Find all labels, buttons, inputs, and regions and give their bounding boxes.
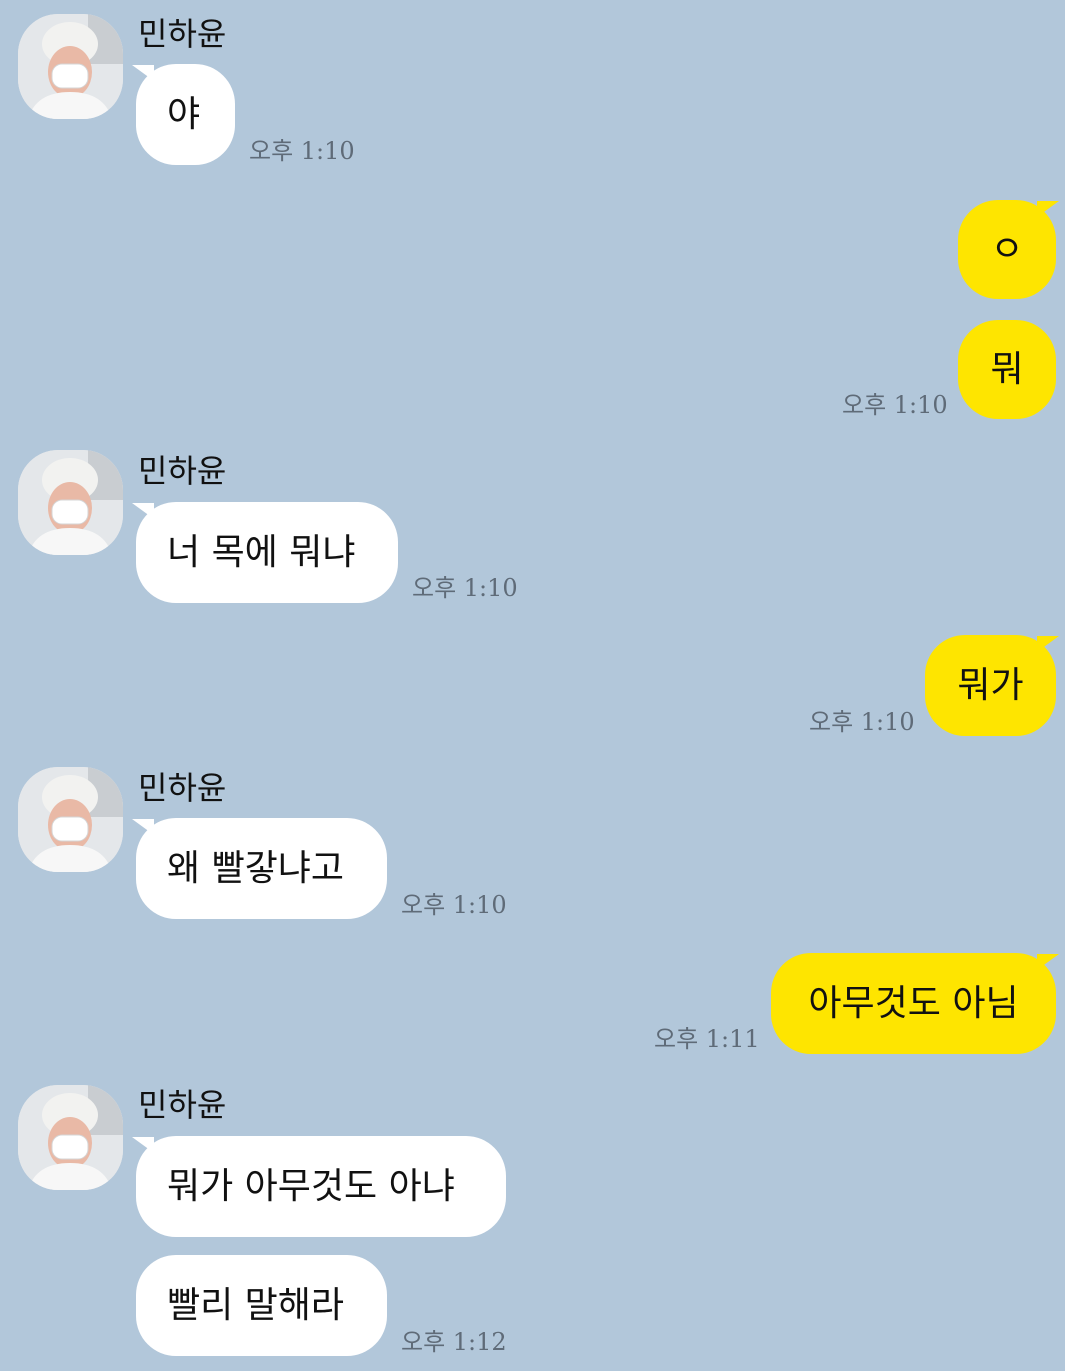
contact-avatar[interactable] [18,450,123,555]
chat-room: 민하윤 야 오후 1:10 ㅇ 뭐 오후 1:10 민하윤 너 목에 뭐냐 오후… [0,0,1065,1371]
incoming-message[interactable]: 뭐가 아무것도 아냐 [136,1136,506,1237]
incoming-message[interactable]: 야 [136,64,235,165]
message-time: 오후 1:10 [412,574,518,602]
message-time: 오후 1:10 [249,137,355,165]
message-time: 오후 1:10 [842,391,948,419]
sender-name: 민하윤 [138,452,227,490]
incoming-message[interactable]: 너 목에 뭐냐 [136,502,398,603]
sender-name: 민하윤 [138,15,227,53]
sender-name: 민하윤 [138,1086,227,1124]
message-time: 오후 1:12 [401,1328,507,1356]
outgoing-message[interactable]: 뭐가 [925,635,1056,736]
outgoing-message[interactable]: 아무것도 아님 [771,953,1056,1054]
contact-avatar[interactable] [18,1085,123,1190]
message-time: 오후 1:11 [654,1025,760,1053]
message-time: 오후 1:10 [401,891,507,919]
incoming-message[interactable]: 빨리 말해라 [136,1255,387,1356]
message-time: 오후 1:10 [809,708,915,736]
contact-avatar[interactable] [18,14,123,119]
sender-name: 민하윤 [138,769,227,807]
contact-avatar[interactable] [18,767,123,872]
outgoing-message[interactable]: 뭐 [958,320,1056,419]
incoming-message[interactable]: 왜 빨갛냐고 [136,818,387,919]
outgoing-message[interactable]: ㅇ [958,200,1056,299]
